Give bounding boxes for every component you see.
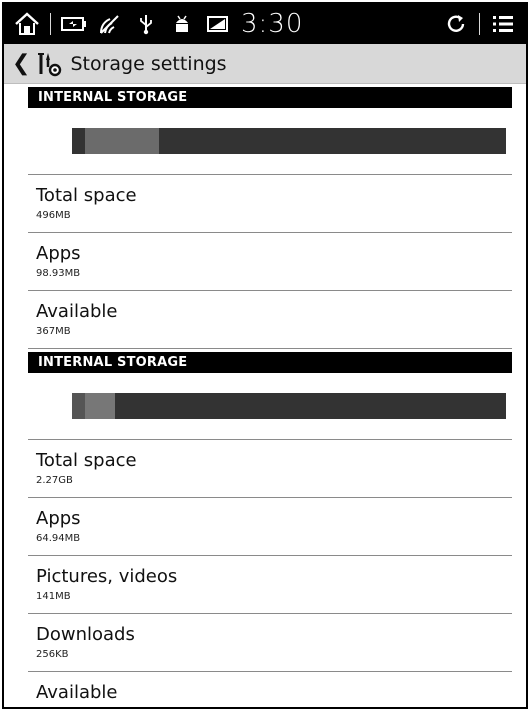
storage-item[interactable]: Available 1.76GB — [28, 672, 512, 707]
refresh-icon[interactable] — [443, 11, 469, 37]
section-header: INTERNAL STORAGE — [28, 87, 512, 108]
back-arrow-icon[interactable]: ❮ — [12, 51, 30, 76]
storage-item[interactable]: Total space 2.27GB — [28, 440, 512, 498]
storage-item-label: Apps — [36, 508, 81, 529]
storage-usage-bar — [72, 128, 506, 154]
storage-item[interactable]: Pictures, videos 141MB — [28, 556, 512, 614]
storage-item-value: 367MB — [36, 326, 71, 337]
home-icon[interactable] — [14, 11, 40, 37]
usage-segment — [72, 393, 86, 419]
android-debug-icon — [169, 11, 195, 37]
section-header: INTERNAL STORAGE — [28, 352, 512, 373]
storage-item[interactable]: Downloads 256KB — [28, 614, 512, 672]
wifi-icon — [97, 11, 123, 37]
storage-item-label: Total space — [36, 185, 137, 206]
usage-segment — [85, 128, 159, 154]
menu-icon[interactable] — [490, 11, 516, 37]
status-separator — [479, 13, 480, 35]
page-title: Storage settings — [70, 52, 227, 75]
storage-item-value: 141MB — [36, 591, 71, 602]
settings-tools-icon[interactable] — [36, 51, 62, 77]
storage-item-value: 64.94MB — [36, 533, 81, 544]
signal-icon — [205, 11, 231, 37]
usb-icon — [133, 11, 159, 37]
storage-usage-row — [28, 108, 512, 175]
storage-item-label: Pictures, videos — [36, 566, 178, 587]
status-time: 3:30 — [241, 9, 304, 39]
storage-item-value: 496MB — [36, 210, 71, 221]
storage-item-label: Downloads — [36, 624, 135, 645]
storage-item-value: 256KB — [36, 649, 69, 660]
battery-icon — [61, 11, 87, 37]
usage-segment — [85, 393, 116, 419]
storage-item-label: Total space — [36, 450, 137, 471]
storage-usage-row — [28, 373, 512, 440]
usage-segment — [72, 128, 86, 154]
storage-item[interactable]: Available 367MB — [28, 291, 512, 349]
status-separator — [50, 13, 51, 35]
storage-item-value: 1.76GB — [36, 706, 504, 707]
storage-item-label: Available — [36, 301, 118, 322]
storage-item[interactable]: Total space 496MB — [28, 175, 512, 233]
status-bar: 3:30 — [4, 4, 526, 44]
storage-list: INTERNAL STORAGE Total space 496MB Apps 98.9… — [4, 87, 526, 707]
storage-usage-bar — [72, 393, 506, 419]
storage-item[interactable]: Apps 64.94MB — [28, 498, 512, 556]
title-bar: ❮ Storage settings — [4, 44, 526, 84]
storage-item[interactable]: Apps 98.93MB — [28, 233, 512, 291]
storage-item-value: 98.93MB — [36, 268, 81, 279]
storage-item-label: Available — [36, 682, 118, 703]
storage-item-value: 2.27GB — [36, 475, 73, 486]
screen-frame: 3:30 ❮ Storage settings INTERNAL STORAGE… — [2, 2, 528, 709]
storage-item-label: Apps — [36, 243, 81, 264]
